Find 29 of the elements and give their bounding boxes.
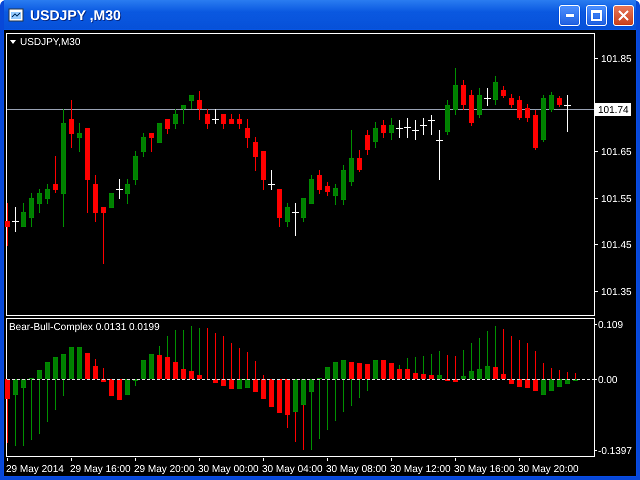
indicator-label: Bear-Bull-Complex 0.0131 0.0199 xyxy=(9,322,160,333)
close-button[interactable] xyxy=(613,4,634,26)
minimize-button[interactable] xyxy=(559,4,580,26)
maximize-button[interactable] xyxy=(586,4,607,26)
time-axis-label: 30 May 16:00 xyxy=(454,464,515,475)
window-title: USDJPY ,M30 xyxy=(30,7,122,23)
time-axis-label: 30 May 04:00 xyxy=(262,464,323,475)
time-axis-label: 30 May 12:00 xyxy=(390,464,451,475)
current-price-label: 101.74 xyxy=(595,103,631,116)
time-axis-label: 30 May 00:00 xyxy=(198,464,259,475)
indicator-axis-label: 0.109 xyxy=(598,320,624,331)
dropdown-icon xyxy=(10,40,16,44)
price-axis-label: 101.45 xyxy=(601,240,632,251)
time-axis-label: 29 May 20:00 xyxy=(134,464,195,475)
price-axis-label: 101.55 xyxy=(601,194,632,205)
time-axis-label: 30 May 20:00 xyxy=(518,464,579,475)
price-axis-label: 101.35 xyxy=(601,287,632,298)
chart-window-icon xyxy=(8,7,24,23)
symbol-label: USDJPY,M30 xyxy=(20,37,80,48)
price-axis-label: 101.85 xyxy=(601,54,632,65)
maximize-icon xyxy=(591,10,602,20)
indicator-axis-label: -0.1397 xyxy=(598,446,632,457)
time-axis-label: 29 May 2014 xyxy=(6,464,64,475)
minimize-icon xyxy=(566,14,574,16)
price-axis-label: 101.65 xyxy=(601,147,632,158)
time-axis-label: 29 May 16:00 xyxy=(70,464,131,475)
indicator-axis-label: 0.00 xyxy=(598,375,618,386)
time-axis-label: 30 May 08:00 xyxy=(326,464,387,475)
close-icon xyxy=(618,10,629,20)
